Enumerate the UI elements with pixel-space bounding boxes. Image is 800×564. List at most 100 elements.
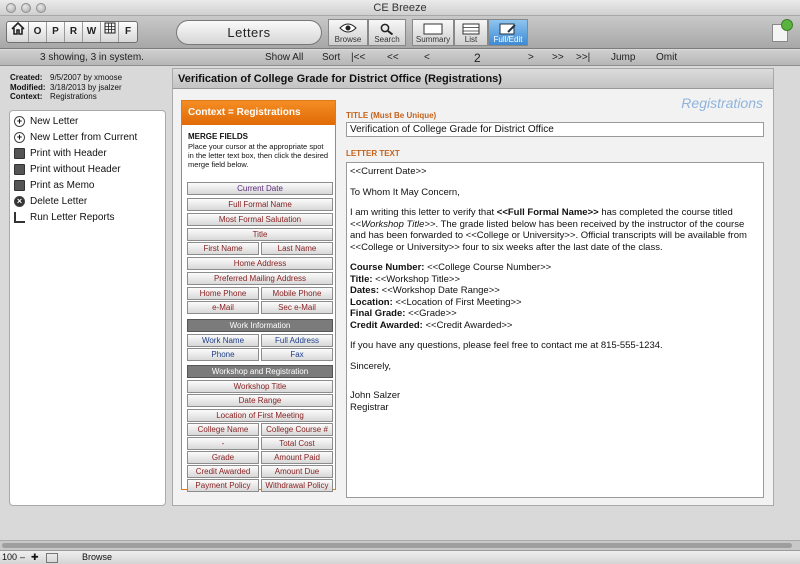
merge-field-date-range[interactable]: Date Range [187,394,333,407]
letter-signer: John Salzer [350,390,401,401]
sort-button[interactable]: Sort [322,52,340,63]
course-number-label: Course Number: [350,262,425,273]
merge-field-grade[interactable]: Grade [187,451,259,464]
letter-title-line: Title: <<Workshop Title>> [350,274,760,286]
merge-field-sec-email[interactable]: Sec e-Mail [261,301,333,314]
merge-field-most-formal-salutation[interactable]: Most Formal Salutation [187,213,333,226]
list-button[interactable]: List [454,19,488,46]
merge-field-first-name[interactable]: First Name [187,242,259,255]
scrollbar-thumb[interactable] [2,543,792,548]
merge-field-mobile-phone[interactable]: Mobile Phone [261,287,333,300]
new-letter-from-current-label: New Letter from Current [30,131,138,143]
letter-title-input[interactable]: Verification of College Grade for Distri… [346,122,764,137]
merge-field-credit-awarded[interactable]: Credit Awarded [187,465,259,478]
plus-circle-icon: + [14,131,25,143]
horizontal-scrollbar[interactable] [0,540,800,550]
merge-field-fax[interactable]: Fax [261,348,333,361]
merge-fields-heading: MERGE FIELDS [188,132,249,141]
merge-field-payment-policy[interactable]: Payment Policy [187,479,259,492]
merge-field-email[interactable]: e-Mail [187,301,259,314]
zoom-in-icon[interactable]: ✚ [31,552,39,563]
final-grade-value: <<Grade>> [405,308,457,319]
nav-button-f[interactable]: F [119,22,137,42]
summary-button[interactable]: Summary [412,19,454,46]
last-record-button[interactable]: >>| [576,52,590,63]
workshop-title-value: <<Workshop Title>> [372,273,461,285]
merge-field-withdrawal-policy[interactable]: Withdrawal Policy [261,479,333,492]
main-panel: Verification of College Grade for Distri… [172,68,774,506]
merge-field-dash[interactable]: - [187,437,259,450]
merge-field-workshop-title[interactable]: Workshop Title [187,380,333,393]
merge-field-phone[interactable]: Phone [187,348,259,361]
merge-field-home-address[interactable]: Home Address [187,257,333,270]
previous-record-button[interactable]: < [424,52,430,63]
browse-button[interactable]: Browse [328,19,368,46]
browse-label: Browse [334,35,362,44]
next-block-button[interactable]: >> [552,52,564,63]
merge-field-total-cost[interactable]: Total Cost [261,437,333,450]
run-letter-reports-label: Run Letter Reports [30,211,115,223]
close-window-button[interactable] [6,3,16,13]
letter-dates-line: Dates: <<Workshop Date Range>> [350,285,760,297]
full-edit-button[interactable]: Full/Edit [488,19,528,46]
home-icon[interactable] [7,21,29,42]
nav-button-r[interactable]: R [65,22,83,42]
window-titlebar: CE Breeze [0,0,800,16]
print-as-memo-button[interactable]: Print as Memo [10,177,165,193]
zoom-out-icon[interactable]: – [20,552,25,562]
merge-field-amount-due[interactable]: Amount Due [261,465,333,478]
toggle-status-area-icon[interactable] [46,553,58,563]
next-record-button[interactable]: > [528,52,534,63]
zoom-level[interactable]: 100 [2,552,17,562]
credit-awarded-label: Credit Awarded: [350,319,423,331]
nav-button-w[interactable]: W [83,22,101,42]
run-letter-reports-button[interactable]: Run Letter Reports [10,209,165,225]
letter-date: <<Current Date>> [350,166,427,177]
letter-p1-text-b: has completed the course titled [598,207,733,218]
nav-button-o[interactable]: O [29,22,47,42]
merge-field-work-name[interactable]: Work Name [187,334,259,347]
toolbar: O P R W F Letters Browse Search Summary [0,16,800,49]
new-letter-from-current-button[interactable]: + New Letter from Current [10,129,165,145]
merge-field-college-name[interactable]: College Name [187,423,259,436]
plus-circle-icon: + [14,115,25,127]
letter-p1-title: <<Workshop Title>> [350,218,436,230]
search-button[interactable]: Search [368,19,406,46]
print-with-header-button[interactable]: Print with Header [10,145,165,161]
merge-field-amount-paid[interactable]: Amount Paid [261,451,333,464]
letter-p1-name: <<Full Formal Name>> [496,207,599,218]
magnifier-icon [380,23,394,37]
calculator-icon[interactable] [101,22,119,42]
delete-letter-button[interactable]: × Delete Letter [10,193,165,209]
letter-salutation: To Whom It May Concern, [350,186,460,198]
previous-block-button[interactable]: << [387,52,399,63]
minimize-window-button[interactable] [21,3,31,13]
new-letter-button[interactable]: + New Letter [10,113,165,129]
omit-button[interactable]: Omit [656,52,677,63]
nav-button-p[interactable]: P [47,22,65,42]
merge-field-last-name[interactable]: Last Name [261,242,333,255]
eye-icon [339,23,357,35]
layout-name-label[interactable]: Letters [176,20,322,45]
first-record-button[interactable]: |<< [351,52,365,63]
new-window-icon[interactable] [772,19,793,42]
print-without-header-button[interactable]: Print without Header [10,161,165,177]
letter-text-editor[interactable]: <<Current Date>> To Whom It May Concern,… [346,162,764,498]
merge-fields-panel: Context = Registrations MERGE FIELDS Pla… [181,100,336,492]
merge-field-full-formal-name[interactable]: Full Formal Name [187,198,333,211]
merge-field-location-first-meeting[interactable]: Location of First Meeting [187,409,333,422]
merge-field-full-address[interactable]: Full Address [261,334,333,347]
merge-field-current-date[interactable]: Current Date [187,182,333,195]
status-bar: 100 – ✚ Browse [0,550,800,564]
show-all-button[interactable]: Show All [265,52,303,63]
location-label: Location: [350,296,393,308]
merge-field-preferred-mailing-address[interactable]: Preferred Mailing Address [187,272,333,285]
zoom-window-button[interactable] [36,3,46,13]
jump-button[interactable]: Jump [611,52,635,63]
letter-paragraph-1: I am writing this letter to verify that … [350,207,760,253]
current-record-number[interactable]: 2 [474,51,481,65]
merge-field-home-phone[interactable]: Home Phone [187,287,259,300]
merge-field-college-course[interactable]: College Course # [261,423,333,436]
context-header: Context = Registrations [182,101,335,125]
merge-field-title[interactable]: Title [187,228,333,241]
